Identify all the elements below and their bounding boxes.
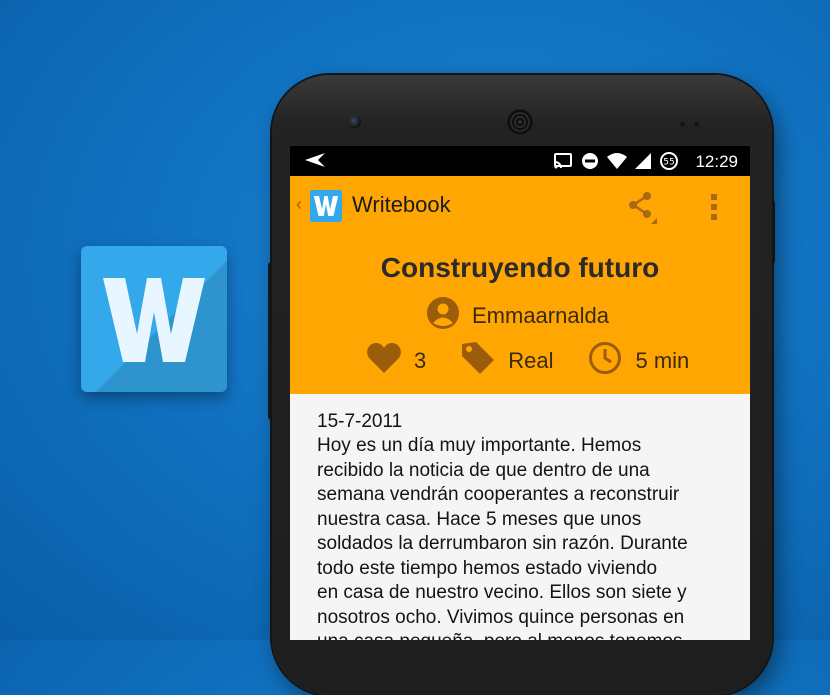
w-logo-glyph bbox=[103, 278, 205, 362]
heart-icon bbox=[366, 342, 402, 379]
back-chevron-icon[interactable]: ‹ bbox=[296, 194, 302, 215]
earpiece-speaker bbox=[507, 109, 533, 135]
light-sensor bbox=[694, 122, 699, 127]
author-row[interactable]: Emmaarnalda bbox=[426, 296, 609, 335]
phone-screen: 55 12:29 ‹ Writebook Construyendo futuro… bbox=[290, 146, 750, 640]
story-date: 15-7-2011 bbox=[317, 411, 403, 432]
tag-label: Real bbox=[508, 347, 554, 373]
svg-text:55: 55 bbox=[663, 158, 674, 168]
app-toolbar: ‹ Writebook bbox=[290, 176, 750, 236]
data-saver-icon: 55 bbox=[659, 151, 679, 176]
tag-item[interactable]: Real bbox=[460, 340, 554, 381]
story-meta: 3 Real 5 min bbox=[366, 340, 689, 381]
story-content: 15-7-2011 Hoy es un día muy importante. … bbox=[290, 394, 750, 640]
label-tag-icon bbox=[460, 340, 496, 381]
proximity-sensor bbox=[680, 122, 685, 127]
cast-icon bbox=[553, 152, 573, 175]
status-icons: 55 bbox=[553, 151, 679, 176]
likes-item[interactable]: 3 bbox=[366, 342, 426, 379]
status-time: 12:29 bbox=[695, 152, 738, 171]
status-bar: 55 12:29 bbox=[290, 146, 750, 176]
send-icon bbox=[304, 152, 326, 173]
read-time: 5 min bbox=[635, 347, 690, 373]
story-body: Hoy es un día muy importante. Hemos reci… bbox=[317, 435, 688, 640]
signal-icon bbox=[635, 153, 651, 174]
author-name: Emmaarnalda bbox=[472, 302, 609, 328]
toolbar-title: Writebook bbox=[352, 192, 451, 217]
wifi-icon bbox=[607, 153, 627, 174]
story-header: Construyendo futuro Emmaarnalda 3 Real 5… bbox=[290, 236, 750, 394]
read-time-item: 5 min bbox=[588, 341, 690, 380]
account-circle-icon bbox=[426, 296, 460, 335]
front-camera bbox=[349, 116, 361, 128]
more-vert-icon[interactable] bbox=[709, 193, 719, 226]
likes-count: 3 bbox=[414, 347, 427, 373]
story-title: Construyendo futuro bbox=[380, 252, 660, 283]
do-not-disturb-icon bbox=[581, 152, 599, 175]
writebook-app-logo bbox=[81, 246, 227, 392]
share-icon[interactable] bbox=[627, 192, 657, 229]
clock-icon bbox=[588, 341, 622, 380]
toolbar-app-logo[interactable] bbox=[310, 190, 342, 222]
